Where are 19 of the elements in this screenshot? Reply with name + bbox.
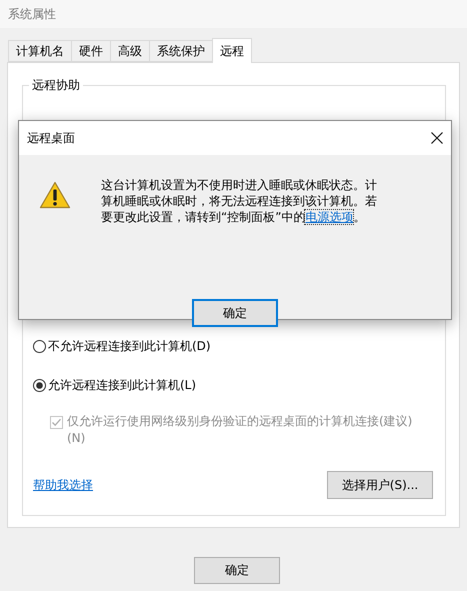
radio-button[interactable] bbox=[33, 378, 46, 392]
tab[interactable]: 高级 bbox=[110, 40, 149, 62]
warning-icon bbox=[39, 181, 71, 209]
tab[interactable]: 硬件 bbox=[71, 40, 110, 62]
power-options-link[interactable]: 电源选项 bbox=[305, 210, 354, 224]
window-title: 系统属性 bbox=[8, 7, 56, 21]
ok-button[interactable]: 确定 bbox=[194, 557, 280, 584]
radio-label: 允许远程连接到此计算机(L) bbox=[48, 376, 196, 394]
select-users-button[interactable]: 选择用户(S)... bbox=[327, 471, 433, 499]
tab[interactable]: 计算机名 bbox=[8, 40, 71, 62]
radio-label: 不允许远程连接到此计算机(D) bbox=[48, 338, 211, 354]
tab[interactable]: 系统保护 bbox=[149, 40, 212, 62]
ok-button[interactable]: 确定 bbox=[192, 299, 278, 327]
help-link[interactable]: 帮助我选择 bbox=[33, 476, 93, 494]
checkbox-label: 仅允许运行使用网络级别身份验证的远程桌面的计算机连接(建议)(N) bbox=[67, 413, 414, 447]
close-icon[interactable] bbox=[431, 132, 443, 144]
tab[interactable]: 远程 bbox=[212, 38, 252, 63]
radio-button[interactable] bbox=[33, 340, 46, 352]
dialog-title: 远程桌面 bbox=[27, 130, 75, 146]
